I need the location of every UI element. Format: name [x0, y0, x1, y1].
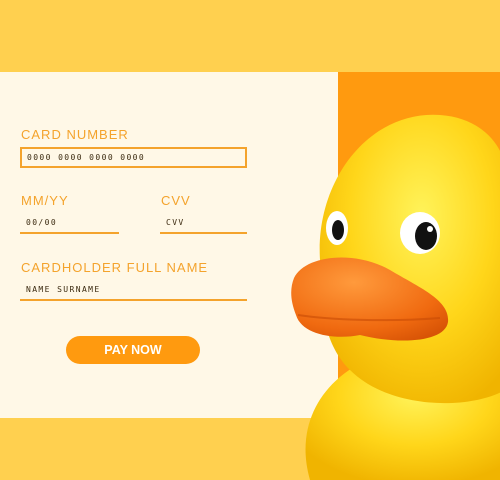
expiry-input[interactable]	[20, 213, 119, 234]
cardholder-name-label: CARDHOLDER FULL NAME	[21, 260, 209, 275]
card-number-label: CARD NUMBER	[21, 127, 129, 142]
pay-now-button[interactable]: PAY NOW	[66, 336, 200, 364]
rubber-duck-image	[291, 114, 500, 480]
cvv-label: CVV	[161, 193, 191, 208]
cardholder-name-input[interactable]	[20, 280, 247, 301]
card-number-input[interactable]	[20, 147, 247, 168]
expiry-label: MM/YY	[21, 193, 69, 208]
cvv-input[interactable]	[160, 213, 247, 234]
